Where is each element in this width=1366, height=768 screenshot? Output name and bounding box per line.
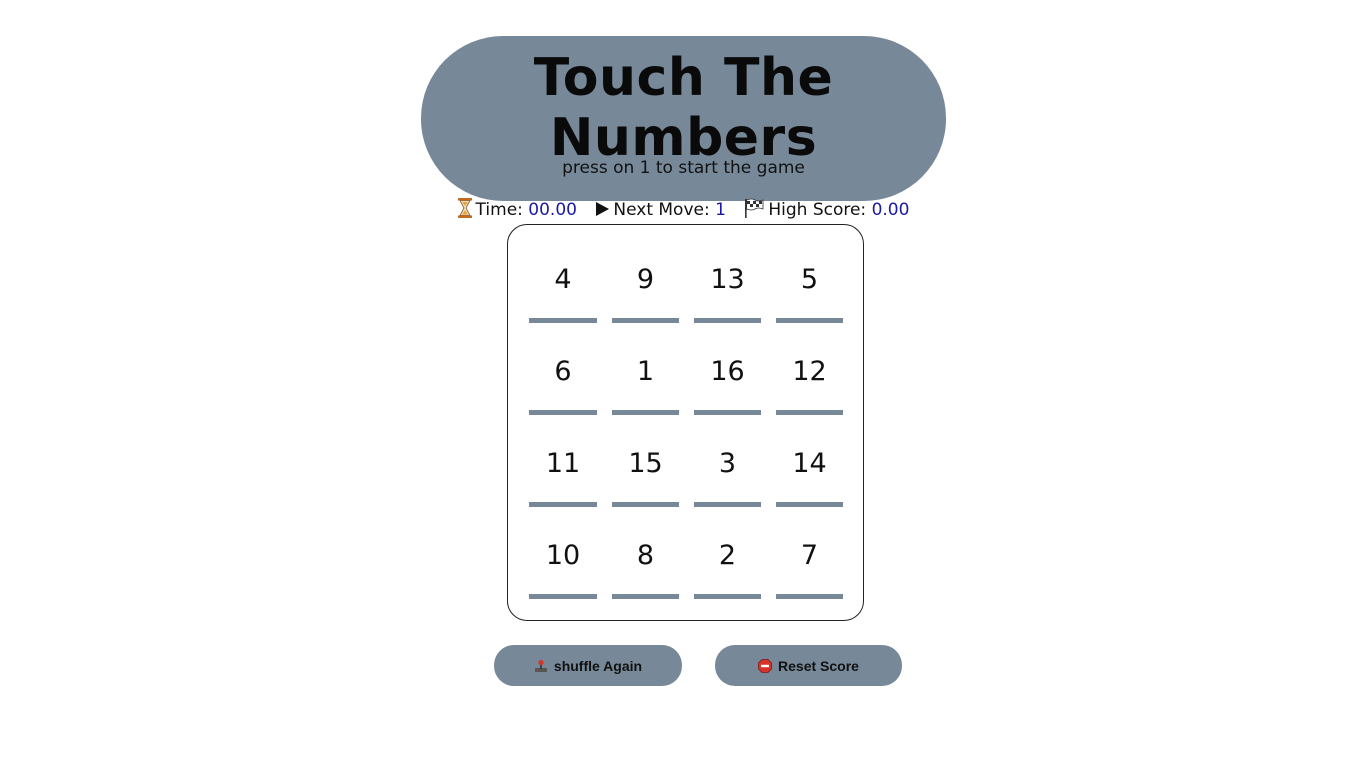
tile-underline	[529, 502, 597, 507]
number-tile[interactable]: 6	[529, 339, 597, 417]
number-tile[interactable]: 1	[612, 339, 679, 417]
tile-number: 1	[636, 356, 655, 387]
header-banner: Touch The Numbers press on 1 to start th…	[421, 36, 946, 201]
number-tile[interactable]: 2	[694, 523, 761, 601]
checkered-flag-icon	[745, 198, 764, 218]
number-tile[interactable]: 15	[612, 431, 679, 509]
tile-number: 16	[710, 356, 745, 387]
high-score-value: 0.00	[871, 200, 910, 220]
next-move-stat: Next Move: 1	[594, 199, 726, 221]
page-title: Touch The Numbers	[533, 48, 834, 168]
tile-underline	[612, 318, 679, 323]
tile-underline	[776, 502, 843, 507]
tile-number: 8	[636, 540, 655, 571]
play-icon	[596, 202, 610, 216]
next-move-value: 1	[715, 200, 726, 220]
tile-number: 7	[800, 540, 819, 571]
tile-underline	[776, 410, 843, 415]
stats-bar: Time: 00.00 Next Move: 1 High Score: 0.0…	[0, 198, 1366, 221]
tile-underline	[529, 410, 597, 415]
hourglass-icon	[457, 198, 472, 218]
time-stat: Time: 00.00	[457, 198, 577, 221]
number-tile[interactable]: 9	[612, 247, 679, 325]
tile-underline	[776, 594, 843, 599]
game-board: 4 9 13 5 6 1 16 12 11 15 3 14 10 8 2 7	[507, 224, 864, 621]
tile-number: 12	[792, 356, 827, 387]
number-tile[interactable]: 10	[529, 523, 597, 601]
number-tile[interactable]: 4	[529, 247, 597, 325]
tile-number: 4	[554, 264, 572, 295]
tile-number: 11	[545, 448, 581, 479]
high-score-stat: High Score: 0.00	[743, 198, 909, 221]
tile-number: 3	[718, 448, 737, 479]
tile-underline	[776, 318, 843, 323]
number-tile[interactable]: 12	[776, 339, 843, 417]
tile-underline	[612, 594, 679, 599]
tile-underline	[612, 502, 679, 507]
reset-score-label: Reset Score	[778, 657, 859, 674]
tile-underline	[612, 410, 679, 415]
tile-number: 13	[710, 264, 745, 295]
tile-number: 14	[792, 448, 827, 479]
shuffle-again-button[interactable]: shuffle Again	[494, 645, 682, 686]
tile-number: 15	[628, 448, 663, 479]
number-tile[interactable]: 11	[529, 431, 597, 509]
tile-number: 5	[800, 264, 819, 295]
tile-number: 2	[718, 540, 737, 571]
tile-underline	[694, 594, 761, 599]
tile-underline	[694, 502, 761, 507]
next-move-label: Next Move:	[613, 200, 710, 220]
number-tile[interactable]: 8	[612, 523, 679, 601]
tile-underline	[694, 318, 761, 323]
number-tile[interactable]: 14	[776, 431, 843, 509]
time-label: Time:	[475, 200, 523, 220]
tile-underline	[529, 594, 597, 599]
high-score-label: High Score:	[768, 200, 867, 220]
tile-number: 10	[545, 540, 581, 571]
number-tile[interactable]: 5	[776, 247, 843, 325]
number-tile[interactable]: 16	[694, 339, 761, 417]
tile-underline	[529, 318, 597, 323]
reset-score-button[interactable]: Reset Score	[715, 645, 902, 686]
shuffle-again-label: shuffle Again	[553, 657, 643, 674]
number-grid: 4 9 13 5 6 1 16 12 11 15 3 14 10 8 2 7	[529, 247, 843, 601]
number-tile[interactable]: 13	[694, 247, 761, 325]
number-tile[interactable]: 7	[776, 523, 843, 601]
tile-number: 9	[636, 264, 655, 295]
tile-number: 6	[554, 356, 572, 387]
number-tile[interactable]: 3	[694, 431, 761, 509]
joystick-icon	[534, 659, 547, 672]
tile-underline	[694, 410, 761, 415]
time-value: 00.00	[528, 200, 577, 220]
start-hint: press on 1 to start the game	[562, 158, 805, 178]
stop-icon	[758, 658, 772, 673]
